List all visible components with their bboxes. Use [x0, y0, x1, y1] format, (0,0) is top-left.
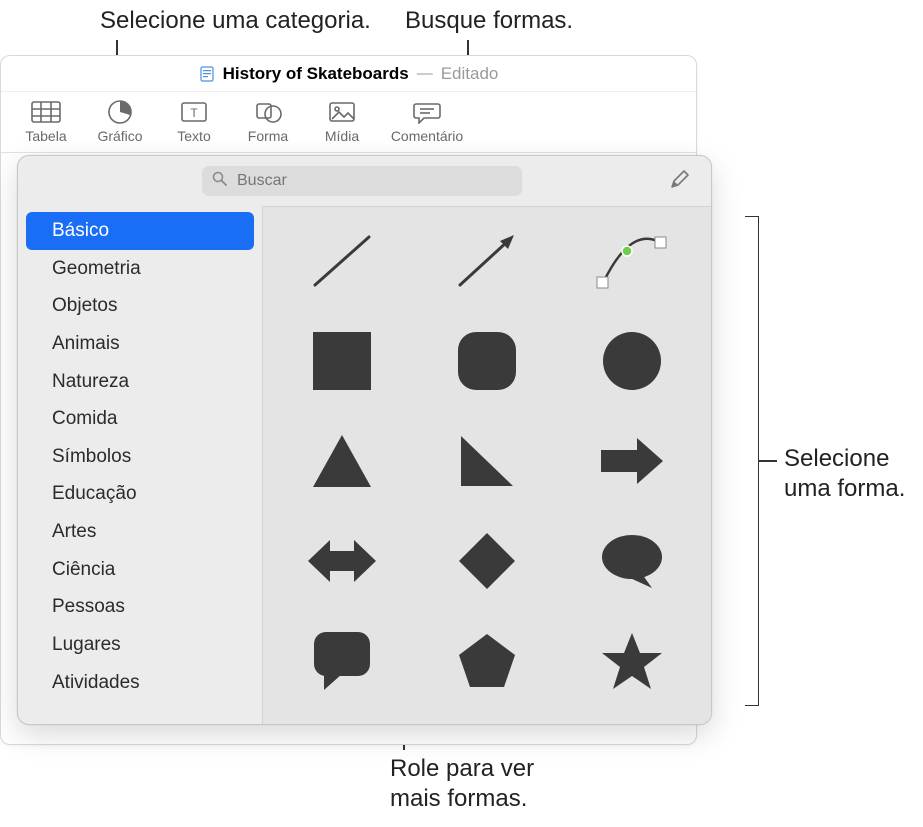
- main-toolbar: Tabela Gráfico T Texto Forma Mídia: [1, 92, 696, 153]
- sidebar-item-atividades[interactable]: Atividades: [26, 664, 254, 702]
- popover-body: BásicoGeometriaObjetosAnimaisNaturezaCom…: [18, 206, 711, 724]
- toolbar-comment-button[interactable]: Comentário: [379, 96, 475, 146]
- document-icon: [199, 66, 215, 82]
- comment-icon: [409, 98, 445, 126]
- sidebar-item-objetos[interactable]: Objetos: [26, 287, 254, 325]
- toolbar-text-button[interactable]: T Texto: [157, 96, 231, 146]
- callout-search-shapes: Busque formas.: [405, 6, 573, 36]
- document-status: Editado: [441, 64, 499, 84]
- sidebar-item-natureza[interactable]: Natureza: [26, 363, 254, 401]
- sidebar-item-básico[interactable]: Básico: [26, 212, 254, 250]
- chart-icon: [102, 98, 138, 126]
- toolbar-label: Comentário: [391, 128, 463, 144]
- text-icon: T: [176, 98, 212, 126]
- shape-diamond[interactable]: [447, 525, 527, 597]
- shape-triangle[interactable]: [302, 425, 382, 497]
- sidebar-item-animais[interactable]: Animais: [26, 325, 254, 363]
- toolbar-media-button[interactable]: Mídia: [305, 96, 379, 146]
- sidebar-item-lugares[interactable]: Lugares: [26, 626, 254, 664]
- callout-select-category: Selecione uma categoria.: [100, 6, 371, 36]
- window-titlebar: History of Skateboards — Editado: [1, 56, 696, 92]
- callout-select-shape: Selecione uma forma.: [784, 444, 905, 504]
- sidebar-item-educação[interactable]: Educação: [26, 475, 254, 513]
- shape-right-triangle[interactable]: [447, 425, 527, 497]
- shape-arrow-right[interactable]: [592, 425, 672, 497]
- toolbar-chart-button[interactable]: Gráfico: [83, 96, 157, 146]
- shape-arrow-line[interactable]: [447, 225, 527, 297]
- popover-header: [18, 156, 711, 206]
- shape-pentagon[interactable]: [447, 625, 527, 697]
- toolbar-label: Mídia: [325, 128, 359, 144]
- shapes-panel[interactable]: [262, 206, 711, 724]
- document-title: History of Skateboards: [223, 64, 409, 84]
- callout-text: mais formas.: [390, 785, 527, 812]
- sidebar-item-pessoas[interactable]: Pessoas: [26, 588, 254, 626]
- title-separator: —: [417, 65, 433, 83]
- callout-text: uma forma.: [784, 475, 905, 502]
- shape-rounded-square[interactable]: [447, 325, 527, 397]
- callout-bracket: [745, 216, 759, 706]
- callout-text: Selecione: [784, 445, 889, 472]
- sidebar-item-geometria[interactable]: Geometria: [26, 250, 254, 288]
- shape-icon: [250, 98, 286, 126]
- toolbar-shape-button[interactable]: Forma: [231, 96, 305, 146]
- toolbar-label: Tabela: [25, 128, 66, 144]
- shape-circle[interactable]: [592, 325, 672, 397]
- sidebar-item-símbolos[interactable]: Símbolos: [26, 438, 254, 476]
- draw-shape-button[interactable]: [663, 166, 697, 196]
- category-sidebar: BásicoGeometriaObjetosAnimaisNaturezaCom…: [18, 206, 262, 724]
- shape-square[interactable]: [302, 325, 382, 397]
- media-icon: [324, 98, 360, 126]
- sidebar-item-comida[interactable]: Comida: [26, 400, 254, 438]
- table-icon: [28, 98, 64, 126]
- toolbar-label: Gráfico: [97, 128, 142, 144]
- sidebar-item-ciência[interactable]: Ciência: [26, 551, 254, 589]
- shape-speech-square[interactable]: [302, 625, 382, 697]
- shapes-grid: [293, 225, 681, 697]
- search-input[interactable]: [235, 171, 512, 191]
- toolbar-label: Forma: [248, 128, 288, 144]
- search-field[interactable]: [202, 166, 522, 196]
- callout-text: Role para ver: [390, 755, 534, 782]
- shapes-popover: BásicoGeometriaObjetosAnimaisNaturezaCom…: [17, 155, 712, 725]
- shape-arrow-double[interactable]: [302, 525, 382, 597]
- toolbar-table-button[interactable]: Tabela: [9, 96, 83, 146]
- shape-curve[interactable]: [592, 225, 672, 297]
- pen-icon: [668, 167, 692, 196]
- toolbar-label: Texto: [177, 128, 210, 144]
- callout-scroll-more: Role para ver mais formas.: [390, 754, 534, 814]
- callout-line: [759, 460, 777, 462]
- sidebar-item-artes[interactable]: Artes: [26, 513, 254, 551]
- svg-text:T: T: [190, 106, 198, 120]
- shape-star[interactable]: [592, 625, 672, 697]
- shape-speech-oval[interactable]: [592, 525, 672, 597]
- shape-line[interactable]: [302, 225, 382, 297]
- search-icon: [212, 171, 227, 191]
